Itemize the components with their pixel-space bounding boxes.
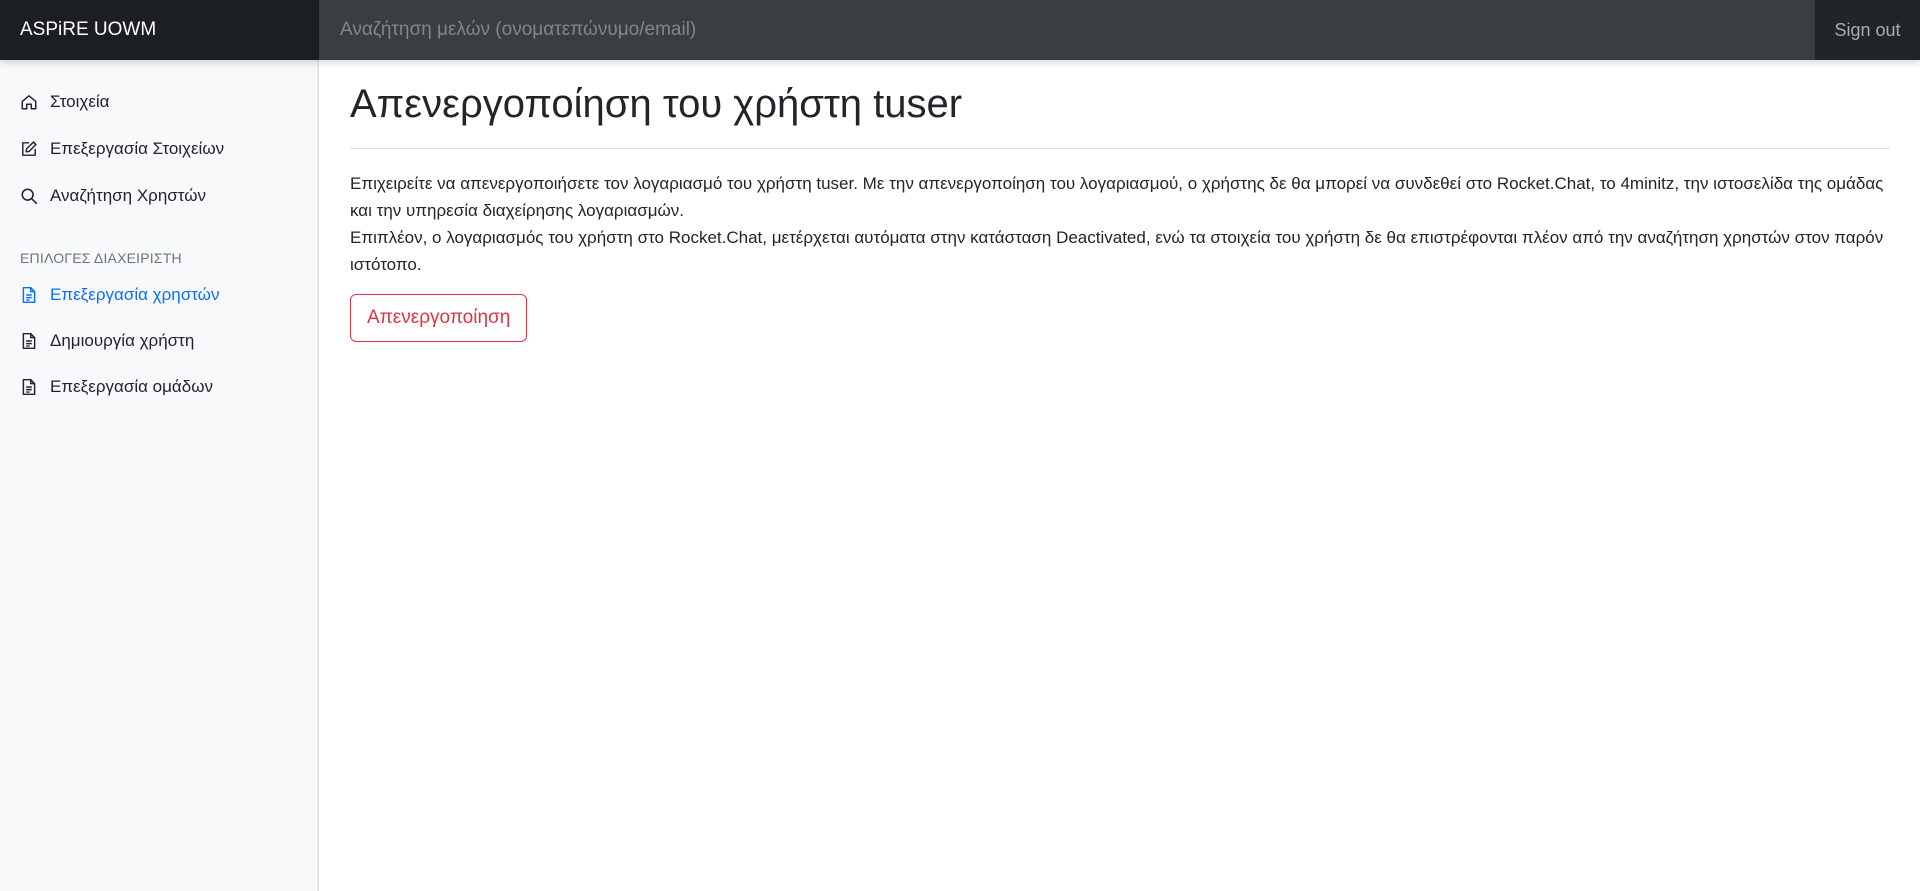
member-search-input[interactable]	[319, 0, 1815, 60]
file-icon	[20, 332, 38, 350]
sidebar-item-label: Επεξεργασία ομάδων	[50, 377, 213, 396]
edit-icon	[20, 140, 38, 158]
sidebar-item-label: Δημιουργία χρήστη	[50, 331, 195, 350]
deactivate-button[interactable]: Απενεργοποίηση	[350, 294, 528, 342]
description-paragraph: Επιπλέον, ο λογαριασμός του χρήστη στο R…	[350, 228, 1884, 274]
sidebar: Στοιχεία Επεξεργασία Στοιχείων Αναζήτηση…	[0, 60, 319, 891]
file-icon	[20, 378, 38, 396]
admin-options-heading: ΕΠΙΛΟΓΕΣ ΔΙΑΧΕΙΡΙΣΤΗ	[20, 250, 182, 266]
sidebar-item-edit-groups[interactable]: Επεξεργασία ομάδων	[20, 372, 213, 402]
sidebar-item-search-users[interactable]: Αναζήτηση Χρηστών	[20, 181, 206, 211]
search-icon	[20, 187, 38, 205]
title-divider	[350, 148, 1890, 149]
sidebar-item-create-user[interactable]: Δημιουργία χρήστη	[20, 326, 194, 356]
description-paragraph: Επιχειρείτε να απενεργοποιήσετε τον λογα…	[350, 174, 1884, 220]
sidebar-item-edit-details[interactable]: Επεξεργασία Στοιχείων	[20, 134, 224, 164]
deactivation-description: Επιχειρείτε να απενεργοποιήσετε τον λογα…	[350, 170, 1890, 278]
top-navbar: ASPiRE UOWM Sign out	[0, 0, 1920, 60]
sidebar-item-label: Στοιχεία	[50, 92, 110, 111]
brand-logo[interactable]: ASPiRE UOWM	[0, 0, 319, 60]
sidebar-item-details[interactable]: Στοιχεία	[20, 87, 110, 117]
file-icon	[20, 286, 38, 304]
home-icon	[20, 93, 38, 111]
sidebar-item-label: Επεξεργασία Στοιχείων	[50, 139, 225, 158]
sign-out-link[interactable]: Sign out	[1815, 0, 1920, 60]
sidebar-item-edit-users[interactable]: Επεξεργασία χρηστών	[20, 280, 219, 310]
sidebar-item-label: Αναζήτηση Χρηστών	[50, 186, 207, 205]
page-title: Απενεργοποίηση του χρήστη tuser	[350, 82, 963, 126]
sidebar-item-label: Επεξεργασία χρηστών	[50, 285, 220, 304]
